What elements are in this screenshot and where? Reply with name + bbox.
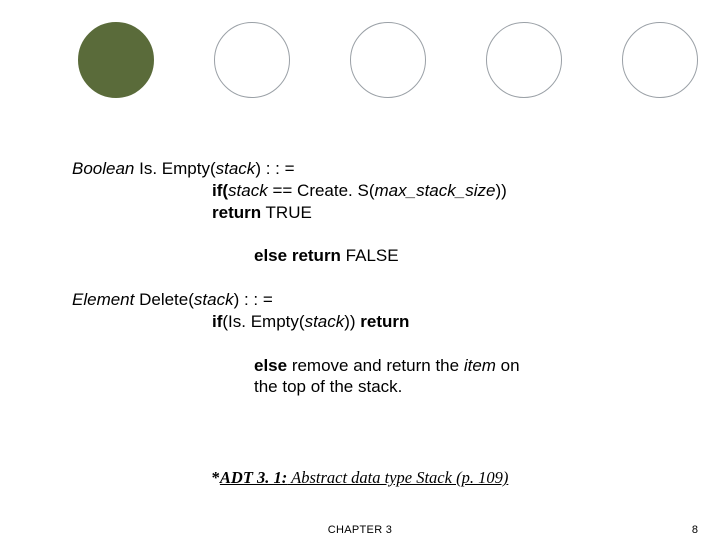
caption-star: *	[212, 468, 220, 487]
return-type: Boolean	[72, 159, 134, 178]
isempty-declaration: Boolean Is. Empty(stack) : : = if(stack …	[72, 158, 684, 223]
slide-body: Boolean Is. Empty(stack) : : = if(stack …	[72, 158, 684, 420]
kw-return: return	[212, 203, 261, 222]
circle-outline	[214, 22, 290, 98]
caption-title: ADT 3. 1:	[220, 468, 287, 487]
param-max: max_stack_size	[375, 181, 496, 200]
delete-else: else remove and return the item on the t…	[72, 355, 684, 399]
circle-filled	[78, 22, 154, 98]
circle-outline	[350, 22, 426, 98]
text-remove: remove and return the	[287, 356, 464, 375]
close-paren: ))	[344, 312, 360, 331]
kw-else: else	[254, 246, 287, 265]
val-true: TRUE	[261, 203, 312, 222]
caption-rest: Abstract data type Stack (p. 109)	[287, 468, 508, 487]
text-on: on	[496, 356, 520, 375]
kw-if: if	[212, 312, 222, 331]
word-item: item	[464, 356, 496, 375]
func-name: Delete(	[134, 290, 194, 309]
decl-tail: ) : : =	[234, 290, 273, 309]
func-arg: stack	[194, 290, 234, 309]
page-number: 8	[692, 524, 698, 536]
circle-outline	[486, 22, 562, 98]
arg-stack: stack	[305, 312, 345, 331]
func-name: Is. Empty(	[134, 159, 215, 178]
delete-declaration: Element Delete(stack) : : = if(Is. Empty…	[72, 289, 684, 333]
eq-create: == Create. S(	[268, 181, 375, 200]
val-false: FALSE	[341, 246, 399, 265]
chapter-label: CHAPTER 3	[0, 524, 720, 536]
isempty-else: else return FALSE	[72, 245, 684, 267]
circle-outline	[622, 22, 698, 98]
kw-if: if(	[212, 181, 228, 200]
decl-tail: ) : : =	[255, 159, 294, 178]
figure-caption: *ADT 3. 1: Abstract data type Stack (p. …	[0, 468, 720, 488]
kw-else: else	[254, 356, 287, 375]
kw-return: return	[292, 246, 341, 265]
func-arg: stack	[216, 159, 256, 178]
return-type: Element	[72, 290, 134, 309]
decorative-circles	[0, 22, 720, 98]
close-paren: ))	[495, 181, 506, 200]
arg-stack: stack	[228, 181, 268, 200]
text-top-of-stack: the top of the stack.	[254, 376, 684, 398]
kw-return: return	[360, 312, 409, 331]
open-isempty: (Is. Empty(	[222, 312, 304, 331]
